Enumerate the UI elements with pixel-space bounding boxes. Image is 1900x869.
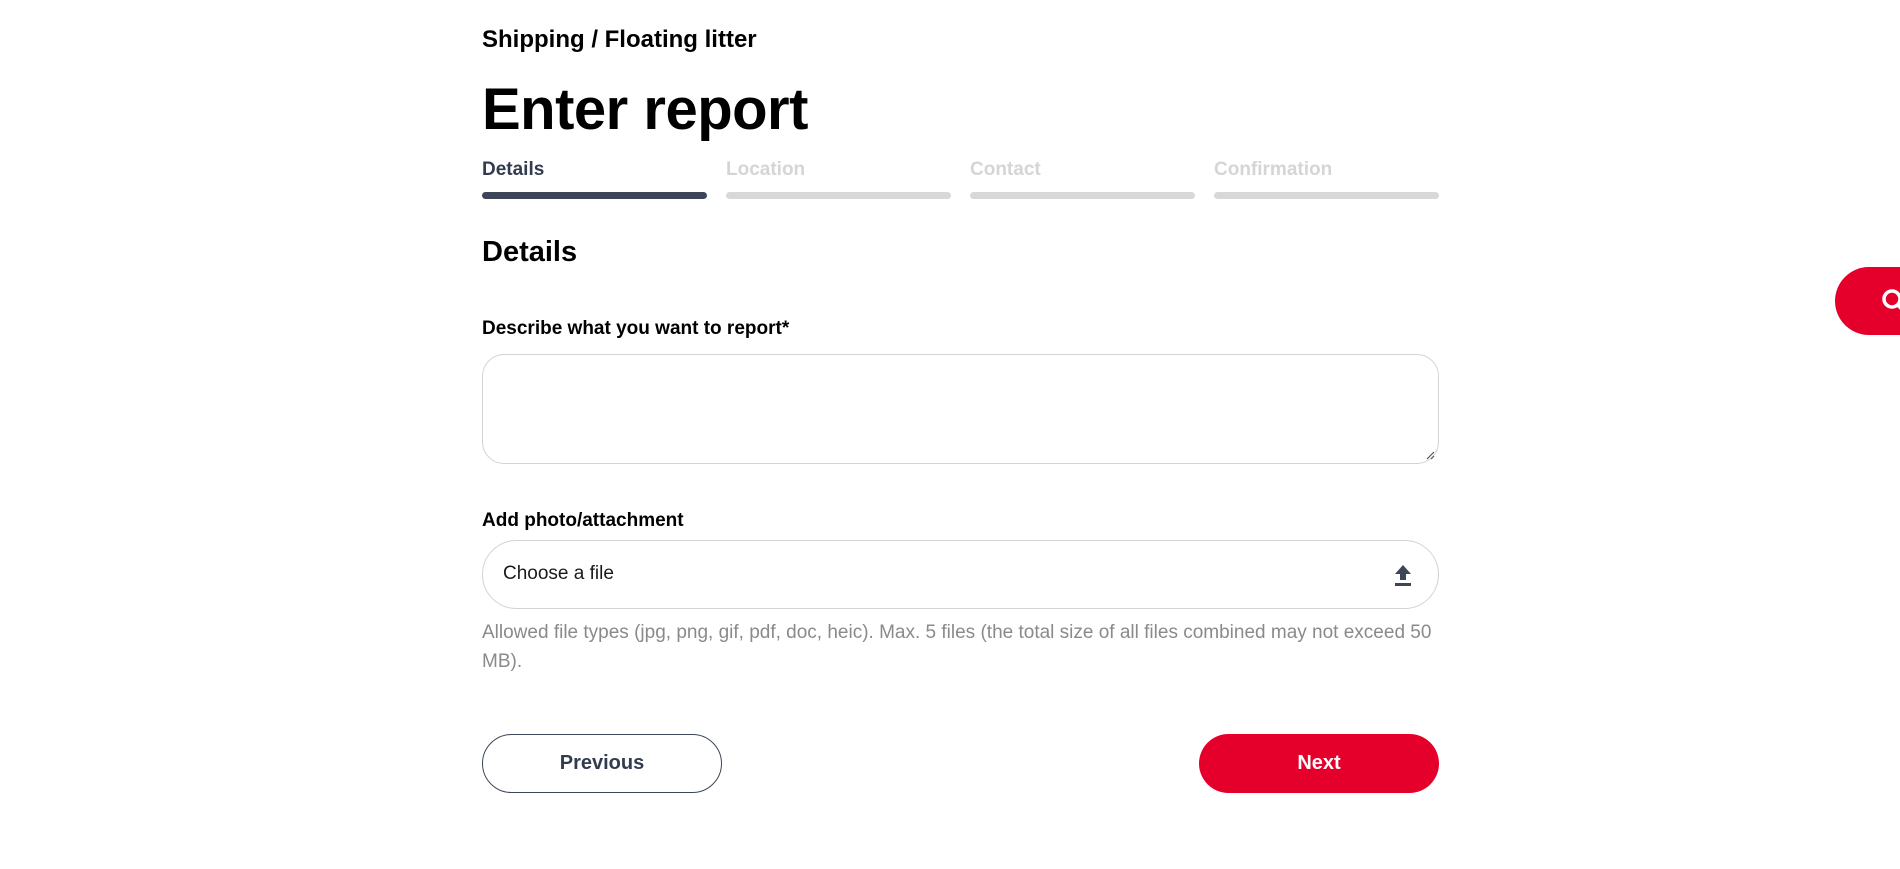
- step-label: Details: [482, 159, 545, 180]
- next-button[interactable]: Next: [1199, 734, 1439, 793]
- describe-label: Describe what you want to report*: [482, 318, 790, 339]
- step-bar: [1214, 192, 1439, 199]
- progress-steps: Details Location Contact Confirmation: [482, 158, 1439, 199]
- attachment-label: Add photo/attachment: [482, 510, 684, 531]
- describe-textarea[interactable]: [482, 354, 1439, 464]
- search-icon: [1882, 289, 1900, 310]
- page-title: Enter report: [482, 77, 808, 142]
- step-bar: [482, 192, 707, 199]
- step-bar: [726, 192, 951, 199]
- breadcrumb: Shipping / Floating litter: [482, 26, 757, 53]
- section-title: Details: [482, 236, 578, 268]
- step-label: Location: [726, 159, 806, 180]
- step-confirmation: Confirmation: [1214, 158, 1439, 199]
- step-location: Location: [726, 158, 951, 199]
- file-upload-placeholder: Choose a file: [503, 563, 614, 584]
- step-contact: Contact: [970, 158, 1195, 199]
- step-details: Details: [482, 158, 707, 199]
- upload-icon: [1395, 565, 1411, 586]
- step-bar: [970, 192, 1195, 199]
- resize-grip-icon[interactable]: [1425, 450, 1435, 460]
- page: Shipping / Floating litter Enter report …: [0, 0, 1900, 869]
- floating-search-button[interactable]: [1835, 267, 1900, 335]
- step-label: Contact: [970, 159, 1041, 180]
- previous-button[interactable]: Previous: [482, 734, 722, 793]
- step-label: Confirmation: [1214, 159, 1333, 180]
- file-types-hint: Allowed file types (jpg, png, gif, pdf, …: [482, 622, 1432, 672]
- file-upload-input[interactable]: Choose a file: [482, 540, 1439, 609]
